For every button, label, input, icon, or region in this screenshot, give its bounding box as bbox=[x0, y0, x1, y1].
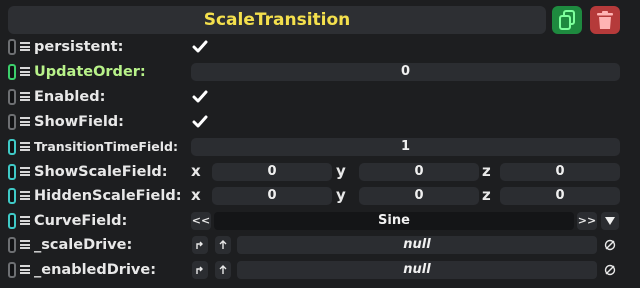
row-scale-drive: _scaleDrive: null bbox=[0, 233, 640, 257]
enabled-checkbox[interactable] bbox=[191, 88, 209, 106]
transition-time-label: TransitionTimeField: bbox=[34, 139, 178, 154]
row-enabled: Enabled: bbox=[0, 85, 640, 109]
hidden-scale-x-input[interactable]: 0 bbox=[212, 187, 332, 205]
field-type-icon bbox=[8, 114, 16, 130]
hamburger-icon[interactable] bbox=[20, 67, 30, 76]
row-hidden-scale: HiddenScaleField: x 0 y 0 z 0 bbox=[0, 184, 640, 208]
show-scale-label: ShowScaleField: bbox=[34, 164, 168, 180]
field-type-icon bbox=[8, 213, 16, 229]
dropdown-arrow-icon bbox=[605, 217, 615, 225]
clear-icon bbox=[604, 264, 616, 276]
hamburger-icon[interactable] bbox=[20, 216, 30, 225]
persistent-label: persistent: bbox=[34, 39, 124, 55]
update-order-input[interactable]: 0 bbox=[191, 63, 620, 81]
curve-prev-button[interactable]: << bbox=[191, 212, 211, 230]
y-axis-label: y bbox=[336, 186, 346, 204]
hidden-scale-label: HiddenScaleField: bbox=[34, 188, 182, 204]
hamburger-icon[interactable] bbox=[20, 191, 30, 200]
curve-next-button[interactable]: >> bbox=[577, 212, 597, 230]
field-type-icon bbox=[8, 188, 16, 204]
field-type-icon bbox=[8, 89, 16, 105]
enabled-drive-label: _enabledDrive: bbox=[34, 262, 156, 278]
curve-dropdown-button[interactable] bbox=[601, 212, 619, 230]
checkmark-icon bbox=[192, 40, 208, 53]
hamburger-icon[interactable] bbox=[20, 265, 30, 274]
hamburger-icon[interactable] bbox=[20, 240, 30, 249]
component-title: ScaleTransition bbox=[203, 10, 351, 30]
field-type-icon bbox=[8, 39, 16, 55]
clear-icon bbox=[604, 239, 616, 251]
persistent-checkbox[interactable] bbox=[191, 38, 209, 56]
show-field-checkbox[interactable] bbox=[191, 113, 209, 131]
component-header: ScaleTransition bbox=[8, 6, 546, 34]
z-axis-label: z bbox=[482, 186, 491, 204]
duplicate-icon bbox=[559, 10, 575, 30]
field-type-icon bbox=[8, 237, 16, 253]
show-scale-z-input[interactable]: 0 bbox=[500, 163, 620, 181]
hidden-scale-y-input[interactable]: 0 bbox=[359, 187, 479, 205]
scale-drive-value[interactable]: null bbox=[237, 236, 597, 254]
trash-icon bbox=[597, 11, 613, 29]
hamburger-icon[interactable] bbox=[20, 42, 30, 51]
enabled-drive-clear-button[interactable] bbox=[601, 261, 619, 279]
curve-label: CurveField: bbox=[34, 213, 128, 229]
hamburger-icon[interactable] bbox=[20, 92, 30, 101]
curve-value[interactable]: Sine bbox=[214, 212, 574, 230]
checkmark-icon bbox=[192, 90, 208, 103]
enabled-drive-jump-button[interactable] bbox=[192, 261, 208, 279]
checkmark-icon bbox=[192, 115, 208, 128]
show-scale-y-input[interactable]: 0 bbox=[359, 163, 479, 181]
hamburger-icon[interactable] bbox=[20, 167, 30, 176]
update-order-label: UpdateOrder: bbox=[34, 64, 146, 80]
up-arrow-icon bbox=[219, 240, 227, 249]
hamburger-icon[interactable] bbox=[20, 142, 30, 151]
z-axis-label: z bbox=[482, 162, 491, 180]
row-show-scale: ShowScaleField: x 0 y 0 z 0 bbox=[0, 160, 640, 184]
hidden-scale-z-input[interactable]: 0 bbox=[500, 187, 620, 205]
field-type-icon bbox=[8, 64, 16, 80]
scale-drive-label: _scaleDrive: bbox=[34, 237, 133, 253]
duplicate-button[interactable] bbox=[552, 6, 582, 34]
scale-drive-clear-button[interactable] bbox=[601, 236, 619, 254]
row-transition-time: TransitionTimeField: 1 bbox=[0, 135, 640, 159]
row-persistent: persistent: bbox=[0, 35, 640, 59]
transition-time-input[interactable]: 1 bbox=[191, 138, 620, 156]
scale-drive-up-button[interactable] bbox=[215, 236, 231, 254]
show-field-label: ShowField: bbox=[34, 114, 124, 130]
row-update-order: UpdateOrder: 0 bbox=[0, 60, 640, 84]
y-axis-label: y bbox=[336, 162, 346, 180]
enabled-drive-up-button[interactable] bbox=[215, 261, 231, 279]
show-scale-x-input[interactable]: 0 bbox=[212, 163, 332, 181]
jump-icon bbox=[196, 266, 203, 274]
delete-button[interactable] bbox=[590, 6, 620, 34]
up-arrow-icon bbox=[219, 265, 227, 274]
field-type-icon bbox=[8, 164, 16, 180]
row-curve: CurveField: << Sine >> bbox=[0, 209, 640, 233]
enabled-drive-value[interactable]: null bbox=[237, 261, 597, 279]
field-type-icon bbox=[8, 139, 16, 155]
x-axis-label: x bbox=[191, 162, 201, 180]
x-axis-label: x bbox=[191, 186, 201, 204]
jump-icon bbox=[196, 241, 203, 249]
enabled-label: Enabled: bbox=[34, 89, 106, 105]
field-type-icon bbox=[8, 262, 16, 278]
hamburger-icon[interactable] bbox=[20, 117, 30, 126]
row-show-field: ShowField: bbox=[0, 110, 640, 134]
row-enabled-drive: _enabledDrive: null bbox=[0, 258, 640, 282]
scale-drive-jump-button[interactable] bbox=[192, 236, 208, 254]
